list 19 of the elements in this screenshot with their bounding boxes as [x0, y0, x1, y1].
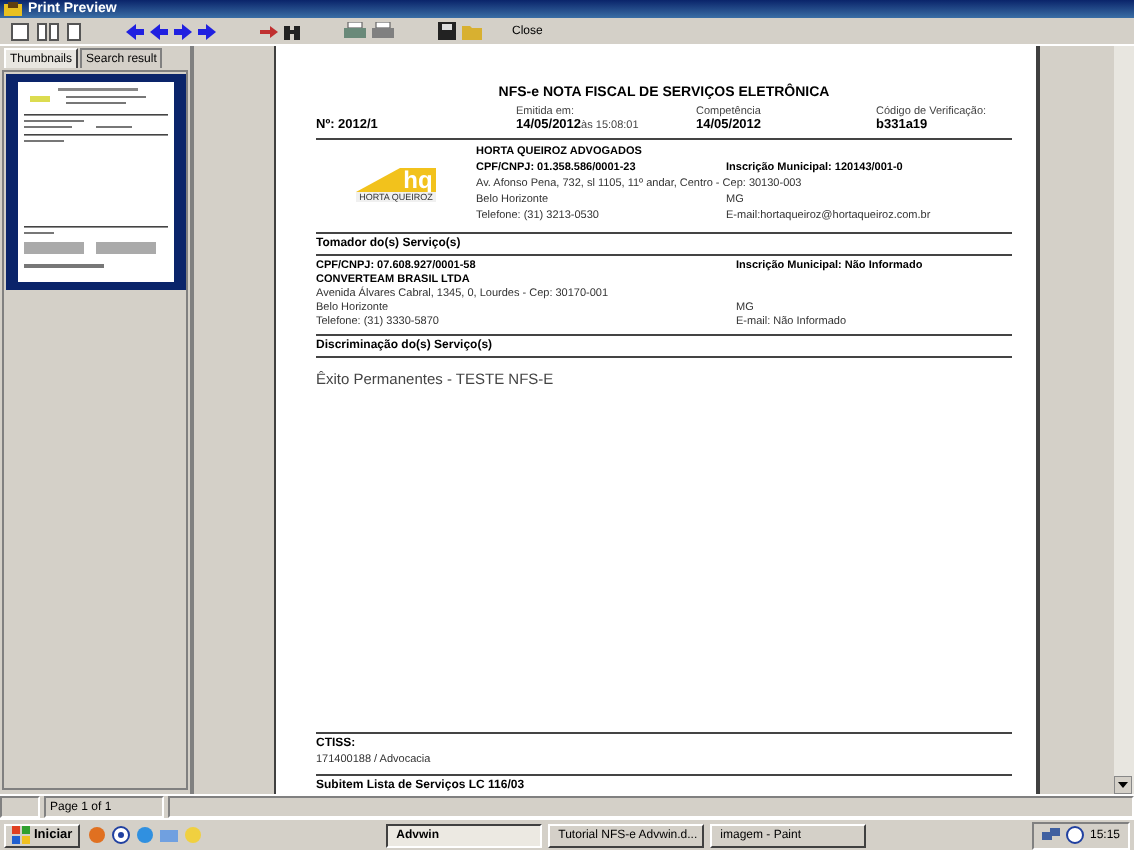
page-icon[interactable] — [66, 21, 82, 41]
app-icon — [4, 2, 22, 16]
save-icon[interactable] — [438, 22, 456, 40]
last-page-icon[interactable] — [198, 23, 216, 39]
scroll-down-icon[interactable] — [1114, 776, 1132, 794]
next-page-icon[interactable] — [174, 23, 192, 39]
network-icon[interactable] — [1041, 827, 1060, 843]
status-bar-panel — [0, 796, 40, 818]
page-icon[interactable] — [10, 21, 30, 41]
vertical-scrollbar[interactable] — [1114, 46, 1134, 794]
printer-icon[interactable] — [372, 22, 394, 40]
page-thumbnail-drawing[interactable] — [5, 74, 185, 290]
media-icon[interactable] — [112, 826, 131, 844]
first-page-icon[interactable] — [126, 23, 144, 39]
windows-logo-icon — [12, 826, 30, 844]
two-pages-icon[interactable] — [36, 21, 60, 41]
previous-page-icon[interactable] — [150, 23, 168, 39]
arrow-icon[interactable] — [260, 23, 278, 39]
printer-icon[interactable] — [344, 22, 366, 40]
